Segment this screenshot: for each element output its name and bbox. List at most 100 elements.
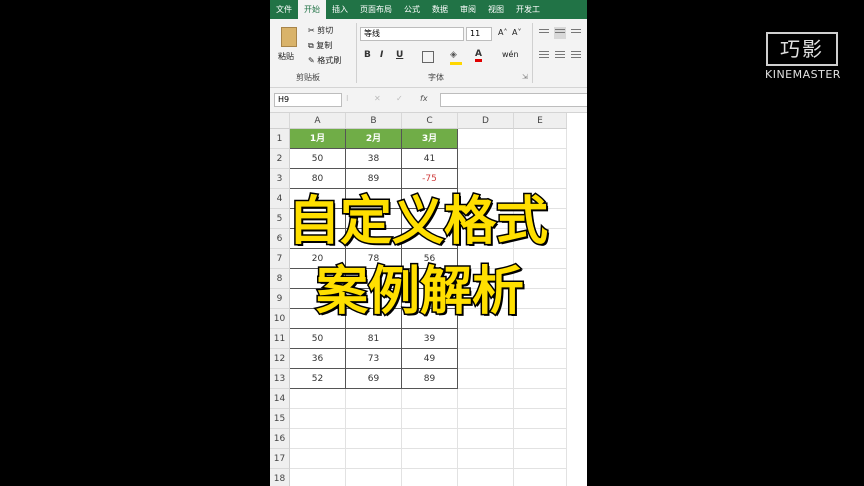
row-header-1[interactable]: 1 xyxy=(270,129,290,149)
cell-A13[interactable]: 52 xyxy=(290,369,346,389)
cell-B2[interactable]: 38 xyxy=(346,149,402,169)
row-header-10[interactable]: 10 xyxy=(270,309,290,329)
cell-E2[interactable] xyxy=(514,149,567,169)
cell-A12[interactable]: 36 xyxy=(290,349,346,369)
cell-D3[interactable] xyxy=(458,169,514,189)
row-header-6[interactable]: 6 xyxy=(270,229,290,249)
cell-A2[interactable]: 50 xyxy=(290,149,346,169)
cell-B16[interactable] xyxy=(346,429,402,449)
name-box-dropdown-icon[interactable]: ⁝ xyxy=(346,94,349,103)
cell-C3[interactable]: -75 xyxy=(402,169,458,189)
tab-7[interactable]: 视图 xyxy=(482,0,510,19)
cell-E14[interactable] xyxy=(514,389,567,409)
cell-D15[interactable] xyxy=(458,409,514,429)
cell-D1[interactable] xyxy=(458,129,514,149)
row-header-17[interactable]: 17 xyxy=(270,449,290,469)
cell-B13[interactable]: 69 xyxy=(346,369,402,389)
column-header-E[interactable]: E xyxy=(514,113,567,129)
select-all-corner[interactable] xyxy=(270,113,290,129)
cell-E3[interactable] xyxy=(514,169,567,189)
cell-E1[interactable] xyxy=(514,129,567,149)
grow-font-icon[interactable]: A˄ xyxy=(498,28,507,37)
italic-button[interactable]: I xyxy=(380,50,383,60)
align-bottom-icon[interactable] xyxy=(570,27,582,39)
align-top-icon[interactable] xyxy=(538,27,550,39)
row-header-4[interactable]: 4 xyxy=(270,189,290,209)
cell-B18[interactable] xyxy=(346,469,402,486)
cancel-icon[interactable]: ✕ xyxy=(374,94,381,103)
cell-C14[interactable] xyxy=(402,389,458,409)
cell-E15[interactable] xyxy=(514,409,567,429)
tab-6[interactable]: 审阅 xyxy=(454,0,482,19)
row-header-9[interactable]: 9 xyxy=(270,289,290,309)
column-header-B[interactable]: B xyxy=(346,113,402,129)
cell-C17[interactable] xyxy=(402,449,458,469)
name-box[interactable]: H9 xyxy=(274,93,342,107)
cell-C13[interactable]: 89 xyxy=(402,369,458,389)
cell-E17[interactable] xyxy=(514,449,567,469)
row-header-14[interactable]: 14 xyxy=(270,389,290,409)
font-color-button[interactable]: A xyxy=(475,49,482,62)
cell-B15[interactable] xyxy=(346,409,402,429)
align-center-icon[interactable] xyxy=(554,49,566,61)
font-size-select[interactable]: 11 xyxy=(466,27,492,41)
dialog-launcher-icon[interactable]: ⇲ xyxy=(522,73,528,81)
cell-B14[interactable] xyxy=(346,389,402,409)
row-header-2[interactable]: 2 xyxy=(270,149,290,169)
format-painter-button[interactable]: ✎ 格式刷 xyxy=(308,55,341,66)
tab-8[interactable]: 开发工 xyxy=(510,0,546,19)
cell-D13[interactable] xyxy=(458,369,514,389)
cell-D11[interactable] xyxy=(458,329,514,349)
column-header-C[interactable]: C xyxy=(402,113,458,129)
row-header-12[interactable]: 12 xyxy=(270,349,290,369)
cell-A3[interactable]: 80 xyxy=(290,169,346,189)
row-header-18[interactable]: 18 xyxy=(270,469,290,486)
row-header-13[interactable]: 13 xyxy=(270,369,290,389)
tab-3[interactable]: 页面布局 xyxy=(354,0,398,19)
bold-button[interactable]: B xyxy=(364,50,371,60)
tab-1[interactable]: 开始 xyxy=(298,0,326,19)
cell-A15[interactable] xyxy=(290,409,346,429)
cut-button[interactable]: ✂ 剪切 xyxy=(308,25,333,36)
enter-icon[interactable]: ✓ xyxy=(396,94,403,103)
cell-A1[interactable]: 1月 xyxy=(290,129,346,149)
formula-input[interactable] xyxy=(440,93,587,107)
row-header-16[interactable]: 16 xyxy=(270,429,290,449)
column-header-A[interactable]: A xyxy=(290,113,346,129)
align-left-icon[interactable] xyxy=(538,49,550,61)
cell-E12[interactable] xyxy=(514,349,567,369)
cell-E13[interactable] xyxy=(514,369,567,389)
insert-function-icon[interactable]: fx xyxy=(420,94,428,103)
row-header-11[interactable]: 11 xyxy=(270,329,290,349)
border-icon[interactable] xyxy=(422,51,434,63)
cell-E16[interactable] xyxy=(514,429,567,449)
tab-4[interactable]: 公式 xyxy=(398,0,426,19)
row-header-8[interactable]: 8 xyxy=(270,269,290,289)
copy-button[interactable]: ⧉ 复制 xyxy=(308,40,332,51)
cell-A17[interactable] xyxy=(290,449,346,469)
cell-A18[interactable] xyxy=(290,469,346,486)
cell-E11[interactable] xyxy=(514,329,567,349)
cell-D16[interactable] xyxy=(458,429,514,449)
align-middle-icon[interactable] xyxy=(554,27,566,39)
cell-D14[interactable] xyxy=(458,389,514,409)
font-name-select[interactable]: 等线 xyxy=(360,27,464,41)
fill-color-icon[interactable]: ◈ xyxy=(450,50,462,65)
cell-B12[interactable]: 73 xyxy=(346,349,402,369)
cell-A11[interactable]: 50 xyxy=(290,329,346,349)
cell-A16[interactable] xyxy=(290,429,346,449)
tab-5[interactable]: 数据 xyxy=(426,0,454,19)
row-header-5[interactable]: 5 xyxy=(270,209,290,229)
cell-B1[interactable]: 2月 xyxy=(346,129,402,149)
cell-B11[interactable]: 81 xyxy=(346,329,402,349)
tab-2[interactable]: 插入 xyxy=(326,0,354,19)
shrink-font-icon[interactable]: A˅ xyxy=(512,28,521,37)
cell-C18[interactable] xyxy=(402,469,458,486)
cell-C15[interactable] xyxy=(402,409,458,429)
cell-D17[interactable] xyxy=(458,449,514,469)
row-header-3[interactable]: 3 xyxy=(270,169,290,189)
tab-0[interactable]: 文件 xyxy=(270,0,298,19)
cell-B3[interactable]: 89 xyxy=(346,169,402,189)
cell-D2[interactable] xyxy=(458,149,514,169)
cell-C11[interactable]: 39 xyxy=(402,329,458,349)
